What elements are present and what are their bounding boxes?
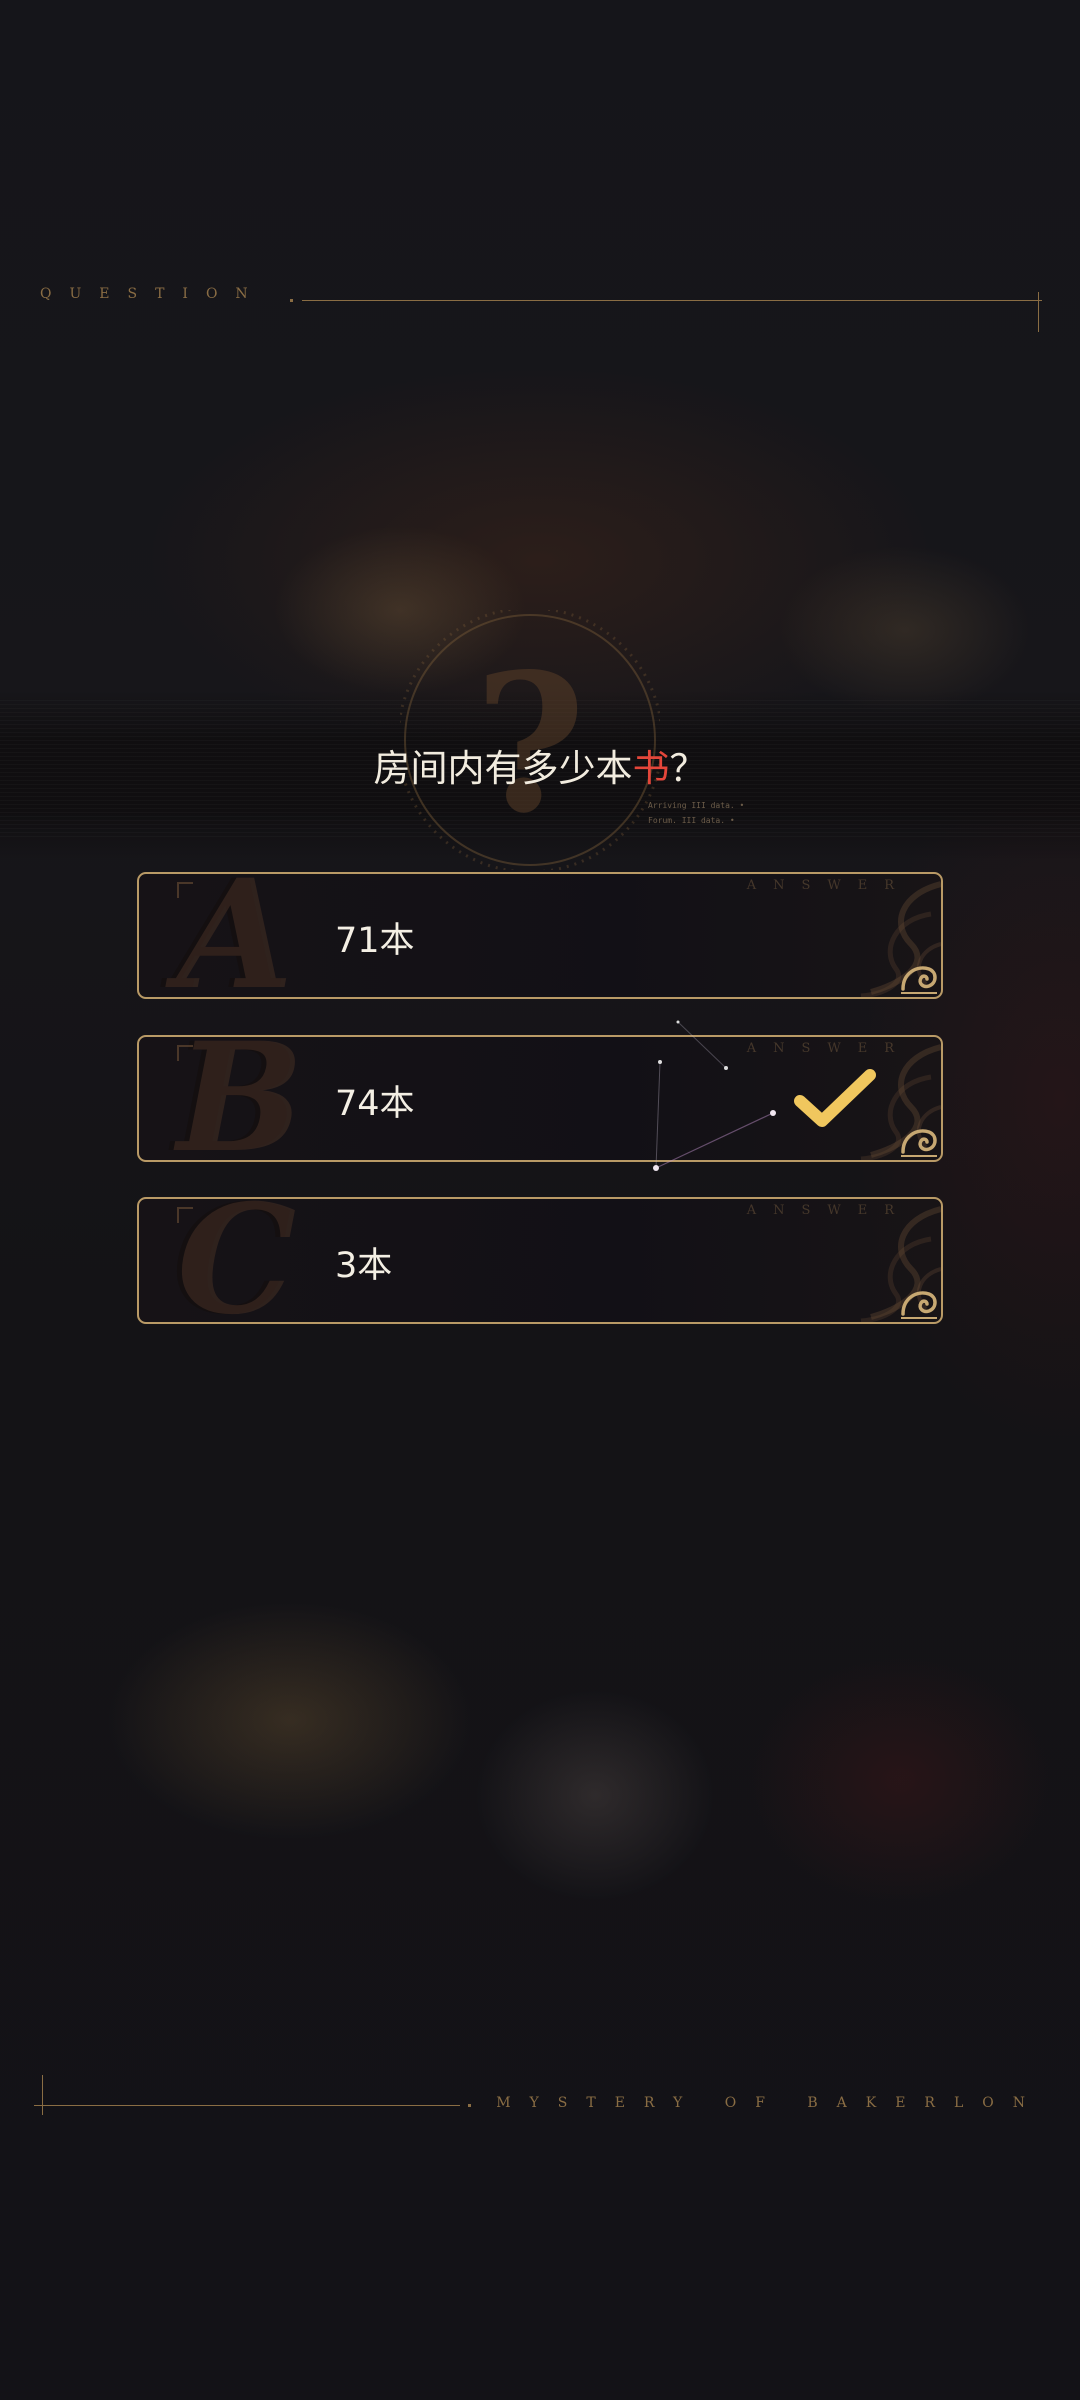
emblem-note-line: Arriving III data. •: [648, 801, 745, 810]
option-c-button[interactable]: C 3本 ANSWER: [137, 1197, 943, 1324]
option-label: 74本: [335, 1084, 415, 1124]
option-label: 71本: [335, 921, 415, 961]
option-letter: A: [177, 872, 294, 999]
option-letter: B: [177, 1035, 304, 1162]
corner-mark: [177, 1045, 193, 1061]
header-tick: [1038, 292, 1039, 332]
emblem-note-line: Forum. III data. •: [648, 816, 735, 825]
header-label: QUESTION: [40, 286, 266, 302]
quiz-screen: QUESTION ? Arriving III data. • Forum. I…: [0, 0, 1080, 2400]
question-text-end: ？: [669, 747, 707, 790]
option-letter: C: [177, 1197, 297, 1324]
emblem-note: Arriving III data. • Forum. III data. •: [648, 798, 744, 828]
header-divider: [302, 300, 1042, 301]
swirl-ornament-icon: [901, 1129, 937, 1157]
question-text: 房间内有多少本书？: [0, 738, 1080, 792]
constellation-decoration: [653, 1020, 776, 1171]
option-label: 3本: [335, 1246, 393, 1286]
question-text-main: 房间内有多少本: [373, 747, 633, 790]
question-highlight: 书: [632, 747, 670, 790]
check-icon: [794, 1069, 876, 1127]
footer-label: MYSTERY OF BAKERLON: [496, 2095, 1044, 2111]
corner-mark: [177, 1207, 193, 1223]
swirl-ornament-icon: [901, 966, 937, 994]
option-a-button[interactable]: A 71本 ANSWER: [137, 872, 943, 999]
footer-divider: [34, 2105, 460, 2106]
corner-mark: [177, 882, 193, 898]
header-dot: [290, 299, 293, 302]
footer-tick: [42, 2075, 43, 2115]
swirl-ornament-icon: [901, 1291, 937, 1319]
footer-dot: [468, 2104, 471, 2107]
